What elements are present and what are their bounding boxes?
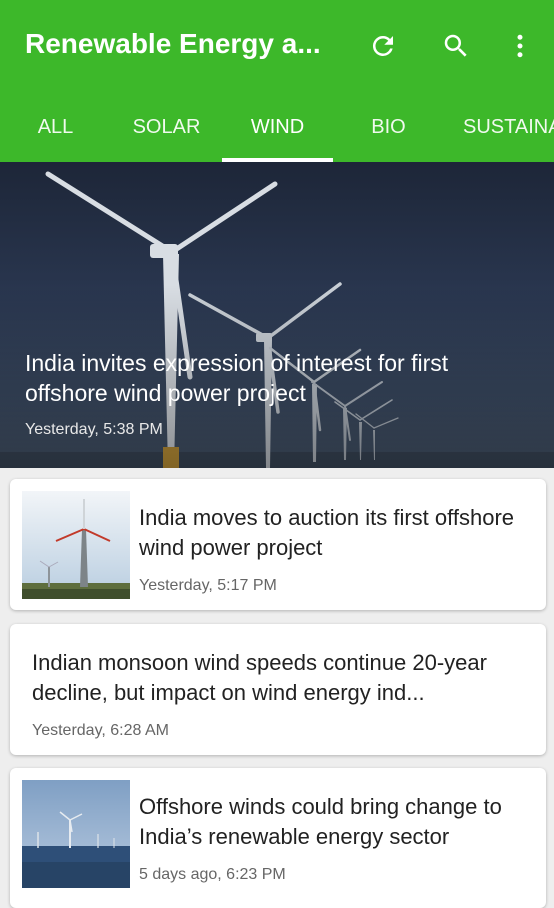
hero-timestamp: Yesterday, 5:38 PM xyxy=(25,421,163,438)
app-bar: Renewable Energy a... ALL SOLAR WIND BIO… xyxy=(0,0,554,162)
article-headline: Indian monsoon wind speeds continue 20-y… xyxy=(32,650,487,705)
more-vert-icon[interactable] xyxy=(500,26,540,66)
hero-headline: India invites expression of interest for… xyxy=(25,350,449,406)
article-card[interactable]: Offshore winds could bring change to Ind… xyxy=(10,768,546,908)
hero-article[interactable]: India invites expression of interest for… xyxy=(0,162,554,468)
article-timestamp: Yesterday, 5:17 PM xyxy=(139,577,277,594)
article-card[interactable]: India moves to auction its first offshor… xyxy=(10,479,546,610)
article-card[interactable]: Indian monsoon wind speeds continue 20-y… xyxy=(10,624,546,755)
article-thumbnail xyxy=(22,491,130,599)
search-icon[interactable] xyxy=(436,26,476,66)
tab-solar[interactable]: SOLAR xyxy=(111,92,222,162)
category-tabs: ALL SOLAR WIND BIO SUSTAINA xyxy=(0,92,554,162)
article-headline: Offshore winds could bring change to Ind… xyxy=(139,794,502,849)
article-thumbnail xyxy=(22,780,130,888)
article-timestamp: Yesterday, 6:28 AM xyxy=(32,722,169,739)
article-headline: India moves to auction its first offshor… xyxy=(139,505,514,560)
tab-wind[interactable]: WIND xyxy=(222,92,333,162)
tab-all[interactable]: ALL xyxy=(0,92,111,162)
article-timestamp: 5 days ago, 6:23 PM xyxy=(139,866,286,883)
tab-bio[interactable]: BIO xyxy=(333,92,444,162)
tab-sustainability[interactable]: SUSTAINA xyxy=(444,92,554,162)
refresh-icon[interactable] xyxy=(363,26,403,66)
app-title: Renewable Energy a... xyxy=(25,28,321,59)
